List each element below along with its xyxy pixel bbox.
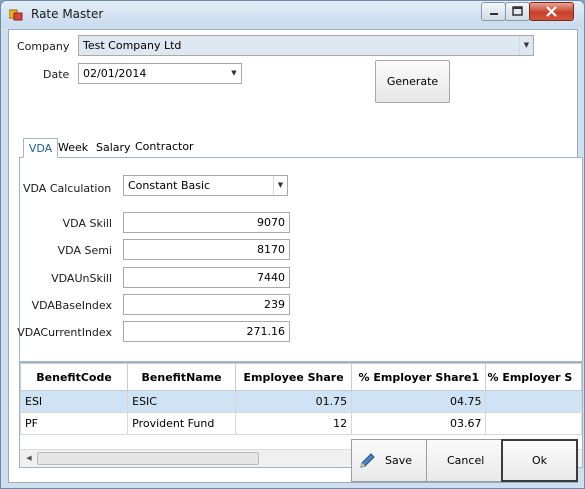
vda-skill-label: VDA Skill bbox=[62, 217, 112, 230]
scroll-left-icon[interactable]: ◀ bbox=[21, 451, 37, 466]
vda-calculation-select[interactable]: Constant Basic ▼ bbox=[123, 175, 288, 196]
vda-unskill-input[interactable]: 7440 bbox=[123, 267, 290, 288]
ok-label: Ok bbox=[532, 454, 548, 467]
close-icon bbox=[546, 6, 557, 17]
vda-base-index-label: VDABaseIndex bbox=[31, 299, 112, 312]
minimize-button[interactable] bbox=[481, 2, 506, 21]
date-value: 02/01/2014 bbox=[83, 67, 147, 80]
column-header[interactable]: Employee Share bbox=[235, 363, 353, 391]
column-header[interactable]: % Employer Share1 bbox=[351, 363, 487, 391]
table-cell[interactable]: ESI bbox=[20, 390, 129, 413]
table-cell[interactable]: 12 bbox=[235, 412, 353, 435]
vda-base-index-input[interactable]: 239 bbox=[123, 294, 290, 315]
table-cell[interactable] bbox=[485, 390, 582, 413]
vda-semi-input[interactable]: 8170 bbox=[123, 239, 290, 260]
chevron-down-icon[interactable]: ▼ bbox=[519, 36, 533, 55]
column-header[interactable]: BenefitName bbox=[127, 363, 237, 391]
save-button[interactable]: Save bbox=[351, 439, 427, 482]
company-label: Company bbox=[17, 40, 70, 53]
tab-week[interactable]: Week bbox=[58, 138, 88, 158]
pencil-icon bbox=[360, 453, 375, 468]
tab-contractor[interactable]: Contractor bbox=[135, 137, 194, 157]
scrollbar-thumb[interactable] bbox=[37, 452, 259, 465]
tab-salary[interactable]: Salary bbox=[96, 138, 131, 158]
table-cell[interactable]: ESIC bbox=[127, 390, 237, 413]
chevron-down-icon[interactable]: ▼ bbox=[273, 176, 287, 195]
tab-vda[interactable]: VDA bbox=[23, 138, 58, 158]
chevron-down-icon[interactable]: ▼ bbox=[227, 64, 241, 83]
cancel-button[interactable]: Cancel bbox=[426, 439, 502, 482]
ok-button[interactable]: Ok bbox=[501, 439, 578, 482]
table-cell[interactable]: PF bbox=[20, 412, 129, 435]
benefit-table: BenefitCode BenefitName Employee Share %… bbox=[20, 363, 582, 435]
vda-current-index-label: VDACurrentIndex bbox=[17, 326, 112, 339]
generate-button[interactable]: Generate bbox=[375, 60, 450, 103]
maximize-button[interactable] bbox=[505, 2, 530, 21]
column-header[interactable]: BenefitCode bbox=[20, 363, 129, 391]
vda-calculation-label: VDA Calculation bbox=[23, 182, 112, 195]
table-cell[interactable]: 04.75 bbox=[351, 390, 487, 413]
cancel-label: Cancel bbox=[447, 454, 485, 467]
vda-calculation-value: Constant Basic bbox=[128, 179, 211, 192]
vda-tab-page: VDA Calculation Constant Basic ▼ VDA Ski… bbox=[17, 157, 583, 362]
company-combo[interactable]: Test Company Ltd ▼ bbox=[78, 35, 534, 56]
maximize-icon bbox=[512, 6, 523, 16]
minimize-icon bbox=[490, 13, 498, 15]
form-client-area: Company Test Company Ltd ▼ Date 02/01/20… bbox=[8, 29, 583, 483]
table-cell[interactable] bbox=[485, 412, 582, 435]
table-cell[interactable]: 03.67 bbox=[351, 412, 487, 435]
rate-master-window: Rate Master Company Test Company Ltd ▼ D… bbox=[0, 0, 585, 489]
vda-unskill-label: VDAUnSkill bbox=[51, 272, 112, 285]
column-header[interactable]: % Employer S bbox=[485, 363, 582, 391]
title-bar[interactable]: Rate Master bbox=[1, 1, 584, 27]
table-cell[interactable]: Provident Fund bbox=[127, 412, 237, 435]
vda-semi-label: VDA Semi bbox=[57, 244, 112, 257]
save-label: Save bbox=[385, 454, 413, 467]
window-title: Rate Master bbox=[31, 7, 104, 21]
table-header-row: BenefitCode BenefitName Employee Share %… bbox=[20, 363, 582, 391]
table-cell[interactable]: 01.75 bbox=[235, 390, 353, 413]
close-button[interactable] bbox=[529, 2, 574, 21]
vda-current-index-input[interactable]: 271.16 bbox=[123, 321, 290, 342]
date-picker[interactable]: 02/01/2014 ▼ bbox=[78, 63, 242, 84]
company-value: Test Company Ltd bbox=[83, 39, 182, 52]
vda-skill-input[interactable]: 9070 bbox=[123, 212, 290, 233]
table-row[interactable]: PF Provident Fund 12 03.67 bbox=[20, 412, 582, 435]
date-label: Date bbox=[43, 68, 70, 81]
table-row[interactable]: ESI ESIC 01.75 04.75 bbox=[20, 390, 582, 413]
app-icon bbox=[9, 9, 23, 21]
